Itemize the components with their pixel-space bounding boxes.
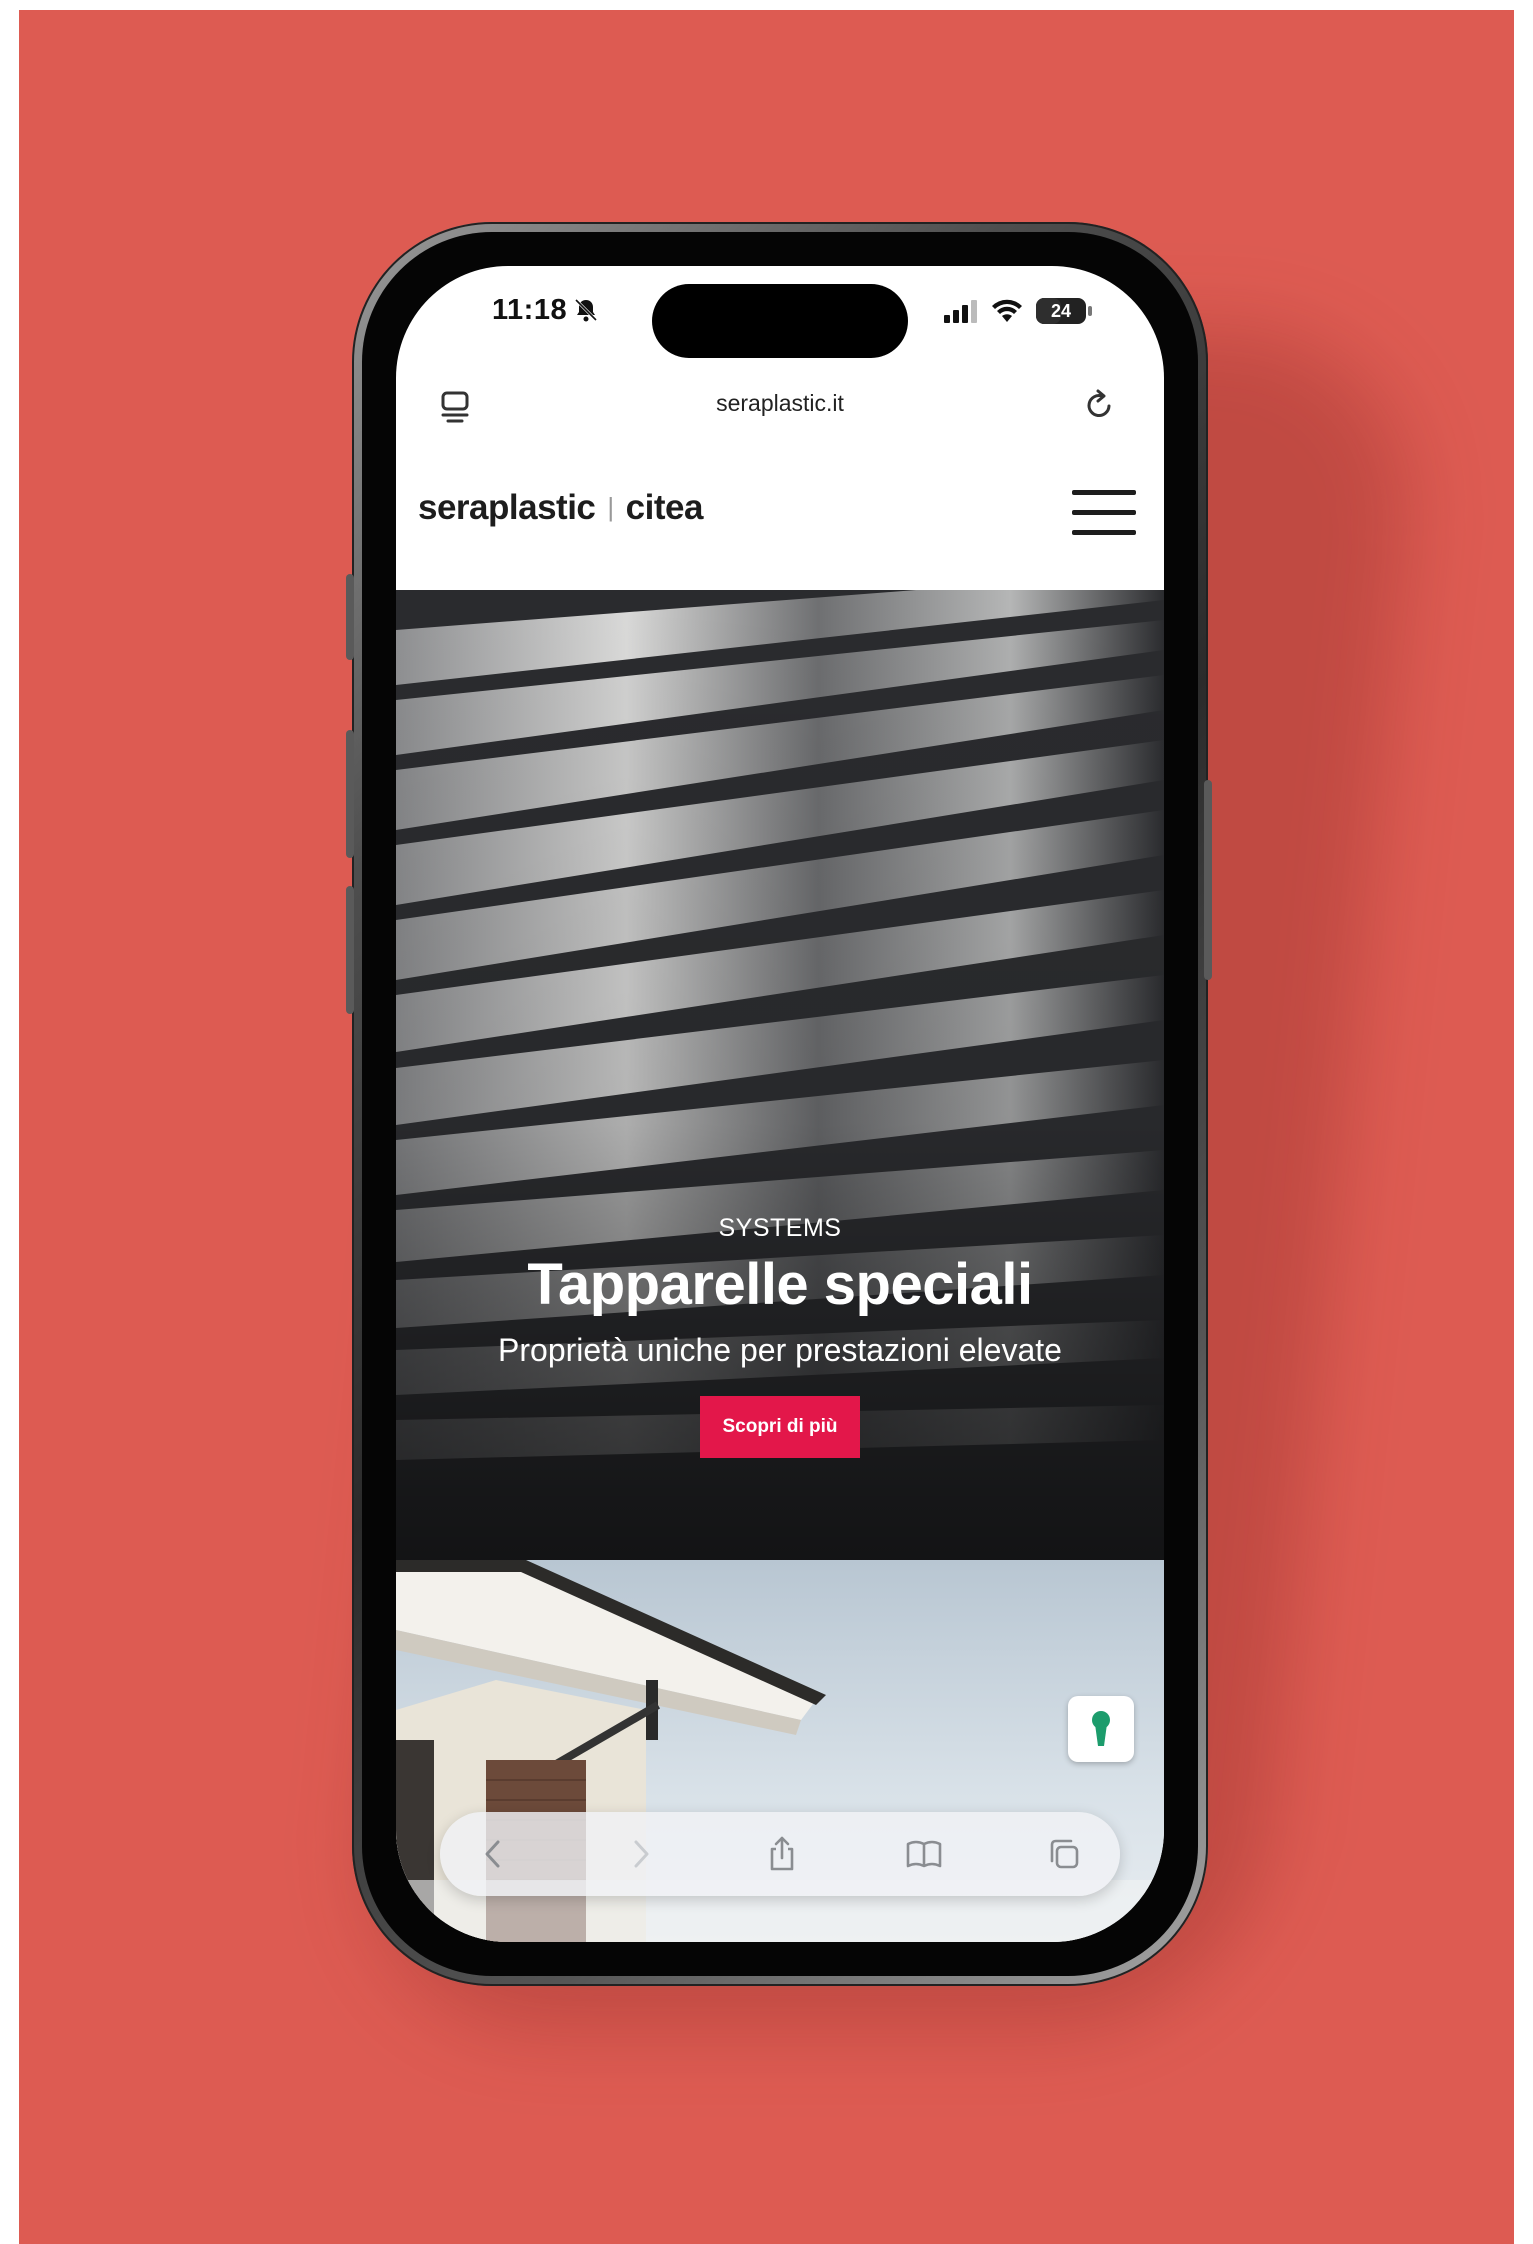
discover-more-button[interactable]: Scopri di più xyxy=(700,1396,860,1458)
browser-toolbar xyxy=(440,1812,1120,1896)
dynamic-island xyxy=(652,284,908,358)
power-button xyxy=(1204,780,1212,980)
logo-seraplastic: seraplastic xyxy=(418,488,596,527)
status-time: 11:18 xyxy=(492,294,568,326)
back-icon[interactable] xyxy=(474,1834,514,1874)
volume-up-button xyxy=(346,730,354,858)
logo-citea: citea xyxy=(625,488,704,527)
status-bar: 11:18 24 xyxy=(396,266,1164,358)
bookmarks-icon[interactable] xyxy=(904,1834,944,1874)
tabs-icon[interactable] xyxy=(1044,1834,1084,1874)
signal-icon xyxy=(944,300,977,323)
wifi-icon xyxy=(992,299,1022,322)
hero-subtitle: Proprietà uniche per prestazioni elevate xyxy=(498,1332,1062,1368)
volume-down-button xyxy=(346,886,354,1014)
hamburger-menu-icon[interactable] xyxy=(1072,490,1136,536)
hero-title: Tapparelle speciali xyxy=(527,1252,1033,1317)
reload-icon[interactable] xyxy=(1082,388,1116,422)
bell-slash-icon xyxy=(574,298,598,322)
site-logo[interactable]: seraplastic | citea xyxy=(418,488,703,528)
battery-cap xyxy=(1088,306,1092,316)
hero-section: SYSTEMS Tapparelle speciali Proprietà un… xyxy=(396,590,1164,1560)
share-icon[interactable] xyxy=(762,1834,802,1874)
phone-frame: 11:18 24 seraplastic.it seraplastic | ci… xyxy=(346,222,1212,1986)
battery-icon: 24 xyxy=(1036,298,1086,324)
forward-icon[interactable] xyxy=(620,1834,660,1874)
hero-kicker: SYSTEMS xyxy=(718,1214,842,1242)
hero-text: SYSTEMS Tapparelle speciali Proprietà un… xyxy=(396,1214,1164,1458)
browser-address-bar: seraplastic.it xyxy=(396,370,1164,440)
battery-level: 24 xyxy=(1050,301,1072,321)
url-field[interactable]: seraplastic.it xyxy=(396,390,1164,417)
action-button xyxy=(346,574,354,660)
logo-separator: | xyxy=(607,492,614,522)
keyhole-icon xyxy=(1092,1711,1110,1746)
privacy-float-button[interactable] xyxy=(1068,1696,1134,1762)
phone-screen: 11:18 24 seraplastic.it seraplastic | ci… xyxy=(396,266,1164,1942)
site-header: seraplastic | citea xyxy=(396,442,1164,590)
